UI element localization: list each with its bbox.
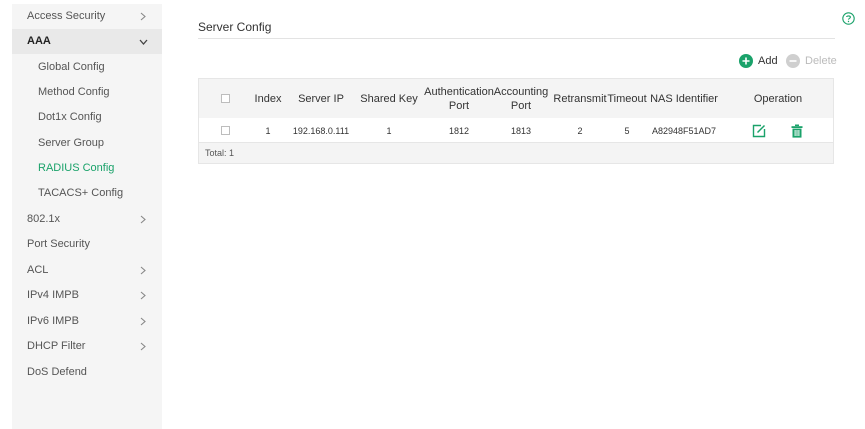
header-acct-port-line1: Accounting (493, 85, 549, 98)
header-auth-port: Authentication Port (424, 79, 494, 118)
table-footer: Total: 1 (199, 142, 833, 163)
header-auth-port-line2: Port (448, 99, 470, 112)
delete-button[interactable]: Delete (786, 53, 837, 68)
sidebar-item-access-security[interactable]: Access Security (12, 4, 162, 29)
sidebar-item-dos-defend[interactable]: DoS Defend (12, 360, 162, 385)
sidebar-item-port-security[interactable]: Port Security (12, 232, 162, 257)
header-retransmit: Retransmit (553, 92, 607, 105)
sidebar-item-global-config[interactable]: Global Config (12, 55, 162, 80)
sidebar-item-radius-config[interactable]: RADIUS Config (12, 156, 162, 181)
header-nas-identifier: NAS Identifier (650, 92, 718, 105)
header-operation: Operation (753, 92, 803, 105)
row-select-cell (213, 119, 237, 142)
sidebar-item-ipv4-impb[interactable]: IPv4 IMPB (12, 283, 162, 308)
sidebar-item-label: 802.1x (27, 213, 61, 225)
sidebar-item-label: AAA (27, 35, 51, 47)
server-table: Index Server IP Shared Key Authenticatio… (198, 78, 834, 164)
add-button[interactable]: Add (739, 53, 778, 68)
table-row: 1 192.168.0.111 1 1812 1813 2 5 A82948F5… (199, 119, 833, 142)
sidebar-item-label: IPv6 IMPB (27, 315, 79, 327)
header-auth-port-line1: Authentication (424, 85, 494, 98)
chevron-down-icon (138, 29, 148, 54)
sidebar-item-ipv6-impb[interactable]: IPv6 IMPB (12, 309, 162, 334)
title-divider (198, 38, 835, 39)
header-server-ip: Server IP (298, 92, 344, 105)
header-shared-key: Shared Key (360, 92, 418, 105)
sidebar-item-label: Server Group (38, 137, 105, 149)
sidebar-item-label: IPv4 IMPB (27, 289, 79, 301)
total-count: Total: 1 (205, 148, 235, 158)
sidebar-item-label: Port Security (27, 238, 90, 250)
sidebar-item-label: RADIUS Config (38, 162, 115, 174)
table-header: Index Server IP Shared Key Authenticatio… (199, 79, 833, 118)
sidebar-item-label: ACL (27, 264, 49, 276)
sidebar-item-label: Access Security (27, 10, 106, 22)
sidebar-item-label: Global Config (38, 61, 105, 73)
edit-icon[interactable] (752, 124, 766, 138)
sidebar-item-dhcp-filter[interactable]: DHCP Filter (12, 334, 162, 359)
header-acct-port-line2: Port (510, 99, 532, 112)
cell-retransmit: 2 (577, 125, 583, 136)
delete-button-label: Delete (805, 54, 837, 67)
page-title: Server Config (198, 20, 272, 34)
sidebar-item-label: DoS Defend (27, 366, 87, 378)
row-checkbox[interactable] (220, 126, 230, 135)
sidebar-item-label: DHCP Filter (27, 340, 86, 352)
sidebar-item-aaa[interactable]: AAA (12, 29, 162, 54)
chevron-right-icon (138, 309, 148, 334)
sidebar-item-server-group[interactable]: Server Group (12, 131, 162, 156)
header-timeout: Timeout (607, 92, 647, 105)
sidebar: Access Security AAA Global Config Method… (12, 4, 162, 429)
cell-timeout: 5 (624, 125, 630, 136)
sidebar-item-dot1x-config[interactable]: Dot1x Config (12, 105, 162, 130)
trash-icon[interactable] (790, 124, 804, 138)
sidebar-item-label: Method Config (38, 86, 110, 98)
sidebar-item-tacacs-config[interactable]: TACACS+ Config (12, 181, 162, 206)
chevron-right-icon (138, 207, 148, 232)
cell-operation (745, 119, 811, 142)
plus-circle-icon (739, 53, 753, 68)
cell-index: 1 (265, 125, 271, 136)
add-button-label: Add (758, 54, 778, 67)
chevron-right-icon (138, 283, 148, 308)
minus-circle-icon (786, 53, 800, 68)
chevron-right-icon (138, 334, 148, 359)
select-all-checkbox[interactable] (220, 94, 230, 103)
header-acct-port: Accounting Port (492, 79, 550, 118)
question-circle-icon[interactable] (842, 12, 855, 25)
cell-server-ip: 192.168.0.111 (292, 125, 350, 136)
chevron-right-icon (138, 258, 148, 283)
cell-acct-port: 1813 (510, 125, 532, 136)
sidebar-item-8021x[interactable]: 802.1x (12, 207, 162, 232)
sidebar-item-label: Dot1x Config (38, 111, 102, 123)
cell-nas-identifier: A82948F51AD7 (651, 125, 717, 136)
chevron-right-icon (138, 4, 148, 29)
sidebar-item-label: TACACS+ Config (38, 187, 124, 199)
header-index: Index (254, 92, 282, 105)
cell-auth-port: 1812 (448, 125, 470, 136)
select-all-cell (213, 79, 237, 118)
sidebar-item-acl[interactable]: ACL (12, 258, 162, 283)
cell-shared-key: 1 (386, 125, 392, 136)
sidebar-item-method-config[interactable]: Method Config (12, 80, 162, 105)
